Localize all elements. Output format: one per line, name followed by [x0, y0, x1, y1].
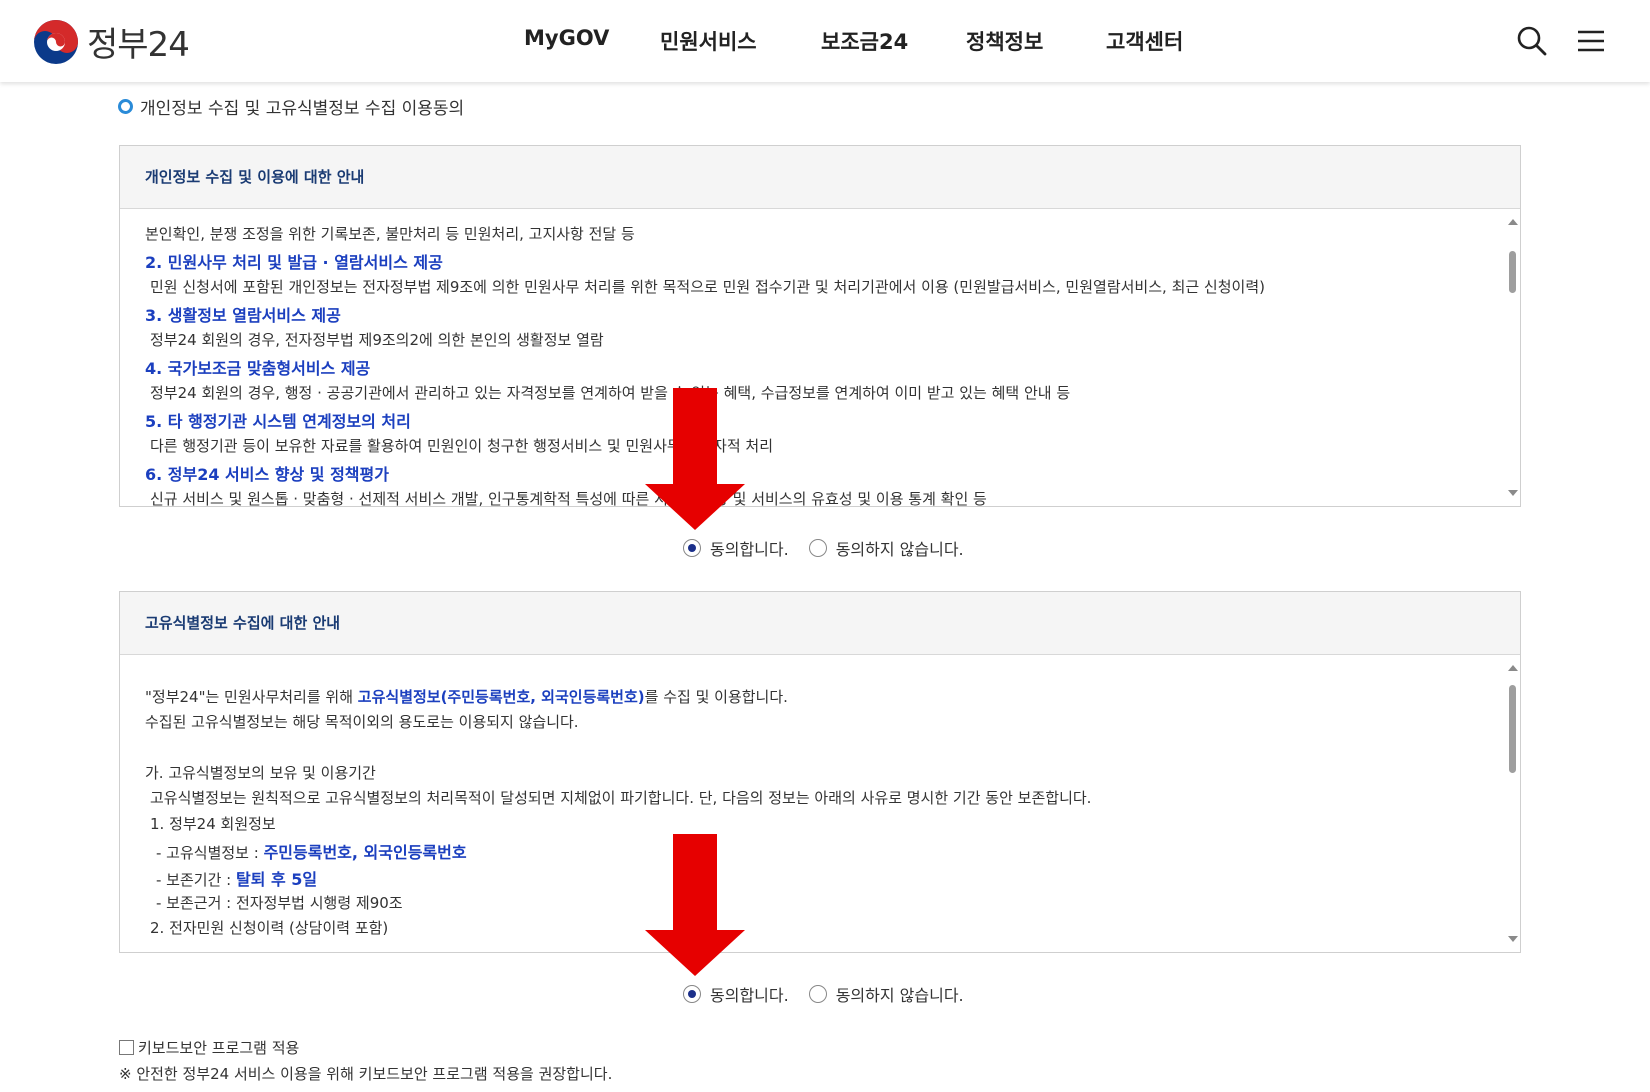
- scroll-thumb[interactable]: [1509, 685, 1516, 773]
- privacy-agree-radio[interactable]: [683, 539, 701, 557]
- main-nav: MyGOV 민원서비스 보조금24 정책정보 고객센터: [0, 0, 1650, 82]
- text-line: - 보존근거 : 전자정부법 시행령 제90조: [156, 894, 403, 912]
- text-part: - 보존기간 :: [156, 871, 236, 889]
- search-icon[interactable]: [1515, 24, 1549, 58]
- text-line: 정부24 회원의 경우, 행정 · 공공기관에서 관리하고 있는 자격정보를 연…: [150, 384, 1071, 402]
- red-arrow-annotation-icon: [645, 834, 745, 976]
- keyboard-security-row: 키보드보안 프로그램 적용: [119, 1037, 299, 1058]
- nav-mygov[interactable]: MyGOV: [524, 26, 609, 50]
- scroll-thumb[interactable]: [1509, 251, 1516, 293]
- bullet-ring-icon: [118, 99, 133, 114]
- text-part: "정부24"는 민원사무처리를 위해: [145, 688, 358, 706]
- unique-id-consent-radios: 동의합니다. 동의하지 않습니다.: [683, 982, 984, 1006]
- privacy-consent-box: 개인정보 수집 및 이용에 대한 안내 ㆍㆍㆍㆍㆍㆍㆍㆍㆍㆍㆍㆍㆍㆍㆍㆍㆍㆍㆍㆍ…: [119, 145, 1521, 507]
- item-heading: 4. 국가보조금 맞춤형서비스 제공: [145, 359, 371, 378]
- section-title: 개인정보 수집 및 고유식별정보 수집 이용동의: [118, 94, 464, 119]
- subsection-title: 가. 고유식별정보의 보유 및 이용기간: [145, 764, 376, 782]
- scroll-down-icon[interactable]: [1508, 936, 1518, 942]
- scrollbar[interactable]: [1504, 655, 1520, 952]
- privacy-disagree-label[interactable]: 동의하지 않습니다.: [836, 536, 964, 560]
- text-line: 1. 정부24 회원정보: [150, 815, 276, 833]
- text-line: - 고유식별정보 : 주민등록번호, 외국인등록번호: [156, 839, 467, 863]
- menu-icon[interactable]: [1574, 24, 1608, 58]
- red-arrow-annotation-icon: [645, 388, 745, 530]
- unique-id-agree-label[interactable]: 동의합니다.: [710, 982, 789, 1006]
- privacy-consent-radios: 동의합니다. 동의하지 않습니다.: [683, 536, 984, 560]
- item-heading: 2. 민원사무 처리 및 발급 · 열람서비스 제공: [145, 253, 443, 272]
- privacy-agree-label[interactable]: 동의합니다.: [710, 536, 789, 560]
- text-line: 수집된 고유식별정보는 해당 목적이외의 용도로는 이용되지 않습니다.: [145, 713, 579, 731]
- unique-id-consent-text[interactable]: "정부24"는 민원사무처리를 위해 고유식별정보(주민등록번호, 외국인등록번…: [120, 655, 1520, 952]
- text-part: 를 수집 및 이용합니다.: [644, 688, 788, 706]
- scroll-up-icon[interactable]: [1508, 665, 1518, 671]
- scroll-down-icon[interactable]: [1508, 490, 1518, 496]
- unique-id-agree-radio[interactable]: [683, 985, 701, 1003]
- item-heading: 6. 정부24 서비스 향상 및 정책평가: [145, 465, 389, 484]
- keyboard-security-label[interactable]: 키보드보안 프로그램 적용: [138, 1037, 299, 1058]
- text-line: 민원 신청서에 포함된 개인정보는 전자정부법 제9조에 의한 민원사무 처리를…: [150, 278, 1265, 296]
- scrollbar[interactable]: [1504, 209, 1520, 506]
- text-line: "정부24"는 민원사무처리를 위해 고유식별정보(주민등록번호, 외국인등록번…: [145, 686, 788, 707]
- privacy-consent-text[interactable]: ㆍㆍㆍㆍㆍㆍㆍㆍㆍㆍㆍㆍㆍㆍㆍㆍㆍㆍㆍㆍㆍㆍㆍㆍㆍㆍㆍㆍㆍㆍㆍㆍㆍㆍㆍㆍㆍㆍㆍㆍ…: [120, 209, 1520, 506]
- keyboard-security-checkbox[interactable]: [119, 1040, 134, 1055]
- nav-customer-center[interactable]: 고객센터: [1106, 26, 1183, 56]
- keyboard-security-note: ※ 안전한 정부24 서비스 이용을 위해 키보드보안 프로그램 적용을 권장합…: [119, 1065, 613, 1083]
- highlighted-text: 주민등록번호, 외국인등록번호: [263, 843, 467, 862]
- unique-id-disagree-label[interactable]: 동의하지 않습니다.: [836, 982, 964, 1006]
- top-header: 정부24 MyGOV 민원서비스 보조금24 정책정보 고객센터: [0, 0, 1650, 82]
- item-heading: 5. 타 행정기관 시스템 연계정보의 처리: [145, 412, 411, 431]
- section-title-text: 개인정보 수집 및 고유식별정보 수집 이용동의: [140, 99, 465, 119]
- text-line: 본인확인, 분쟁 조정을 위한 기록보존, 불만처리 등 민원처리, 고지사항 …: [145, 225, 635, 243]
- nav-civil-service[interactable]: 민원서비스: [660, 26, 757, 56]
- unique-id-consent-box: 고유식별정보 수집에 대한 안내 "정부24"는 민원사무처리를 위해 고유식별…: [119, 591, 1521, 953]
- text-line: 2. 전자민원 신청이력 (상담이력 포함): [150, 919, 389, 937]
- item-heading: 3. 생활정보 열람서비스 제공: [145, 306, 341, 325]
- privacy-disagree-radio[interactable]: [808, 539, 827, 557]
- text-part: - 고유식별정보 :: [156, 844, 264, 862]
- text-line: 고유식별정보는 원칙적으로 고유식별정보의 처리목적이 달성되면 지체없이 파기…: [150, 789, 1092, 807]
- text-line: 정부24 회원의 경우, 전자정부법 제9조의2에 의한 본인의 생활정보 열람: [150, 331, 604, 349]
- privacy-consent-heading: 개인정보 수집 및 이용에 대한 안내: [120, 146, 1520, 209]
- highlighted-text: 탈퇴 후 5일: [235, 870, 318, 889]
- scroll-up-icon[interactable]: [1508, 219, 1518, 225]
- text-line: 신규 서비스 및 원스톱 · 맞춤형 · 선제적 서비스 개발, 인구통계학적 …: [150, 490, 987, 506]
- unique-id-consent-heading: 고유식별정보 수집에 대한 안내: [120, 592, 1520, 655]
- unique-id-disagree-radio[interactable]: [808, 985, 827, 1003]
- highlighted-text: 고유식별정보(주민등록번호, 외국인등록번호): [357, 688, 645, 706]
- nav-subsidy24[interactable]: 보조금24: [821, 26, 908, 56]
- nav-policy-info[interactable]: 정책정보: [966, 26, 1043, 56]
- text-line: - 보존기간 : 탈퇴 후 5일: [156, 866, 317, 890]
